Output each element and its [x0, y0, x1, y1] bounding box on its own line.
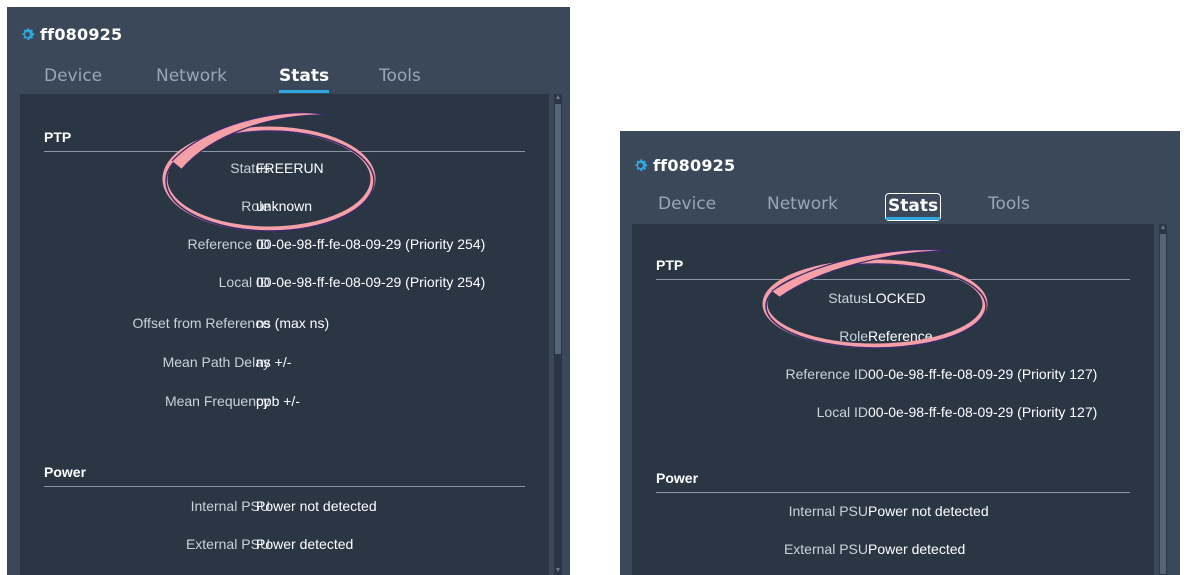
divider	[44, 486, 525, 487]
stat-row-local-id: Local ID 00-0e-98-ff-fe-08-09-29 (Priorit…	[44, 274, 525, 292]
stat-label: Mean Path Delay	[162, 354, 270, 370]
ptp-section: PTP	[656, 257, 1130, 280]
stat-value: Power not detected	[868, 503, 989, 519]
stat-label: Local ID	[218, 274, 270, 290]
stat-value: Reference	[868, 328, 933, 344]
stat-row-status: Status LOCKED	[656, 290, 1130, 308]
stat-row-external-psu: External PSU Power detected	[44, 536, 525, 554]
stat-label: Reference ID	[785, 366, 868, 382]
stats-content: PTP Status LOCKED Role Reference Reference…	[632, 224, 1167, 575]
scroll-down-icon[interactable]: ▼	[554, 567, 562, 575]
tab-device[interactable]: Device	[658, 193, 716, 221]
stat-label: Status	[828, 290, 868, 306]
stats-content: PTP Status FREERUN Role unknown Reference …	[20, 94, 562, 575]
stat-value: 00-0e-98-ff-fe-08-09-29 (Priority 254)	[256, 236, 486, 252]
stat-row-internal-psu: Internal PSU Power not detected	[656, 503, 1130, 521]
stat-row-status: Status FREERUN	[44, 160, 525, 178]
stat-row-external-psu: External PSU Power detected	[656, 541, 1130, 559]
tab-network[interactable]: Network	[767, 193, 838, 221]
stat-row-reference-id: Reference ID 00-0e-98-ff-fe-08-09-29 (Pri…	[44, 236, 525, 254]
stat-label: External PSU	[783, 541, 868, 557]
tab-network[interactable]: Network	[156, 65, 227, 93]
divider	[656, 279, 1130, 280]
panel-header: ff080925	[19, 25, 122, 44]
stat-row-role: Role unknown	[44, 198, 525, 216]
stat-label: Internal PSU	[788, 503, 868, 519]
stat-value: ppb +/-	[256, 393, 300, 409]
stat-label: Reference ID	[187, 236, 270, 252]
panel-header: ff080925	[632, 156, 735, 175]
scroll-up-icon[interactable]: ▲	[554, 94, 562, 102]
scrollbar[interactable]: ▲ ▼	[554, 94, 562, 575]
device-panel-left: ff080925 Device Network Stats Tools PTP …	[7, 7, 570, 575]
scroll-thumb[interactable]	[1160, 234, 1166, 574]
device-name: ff080925	[653, 156, 736, 175]
tab-bar: Device Network Stats Tools	[620, 193, 1180, 223]
tab-bar: Device Network Stats Tools	[7, 65, 570, 95]
stat-label: External PSU	[185, 536, 270, 552]
stat-value: Power not detected	[256, 498, 377, 514]
tab-device[interactable]: Device	[44, 65, 102, 93]
ptp-section: PTP	[44, 129, 525, 152]
stat-value: unknown	[256, 198, 313, 214]
stat-row-reference-id: Reference ID 00-0e-98-ff-fe-08-09-29 (Pri…	[656, 366, 1130, 384]
scroll-thumb[interactable]	[555, 104, 561, 354]
scroll-up-icon[interactable]: ▲	[1159, 224, 1167, 232]
stat-value: 00-0e-98-ff-fe-08-09-29 (Priority 254)	[256, 274, 486, 290]
power-section: Power	[656, 470, 1130, 493]
stat-row-role: Role Reference	[656, 328, 1130, 346]
stat-value: 00-0e-98-ff-fe-08-09-29 (Priority 127)	[868, 404, 1098, 420]
scrollbar[interactable]: ▲	[1159, 224, 1167, 575]
stat-row-internal-psu: Internal PSU Power not detected	[44, 498, 525, 516]
stat-label: Local ID	[816, 404, 868, 420]
stat-label: Internal PSU	[190, 498, 270, 514]
device-panel-right: ff080925 Device Network Stats Tools PTP …	[620, 131, 1180, 575]
section-title-power: Power	[656, 470, 699, 486]
stat-value: FREERUN	[256, 160, 324, 176]
section-title-power: Power	[44, 464, 87, 480]
tab-tools[interactable]: Tools	[379, 65, 421, 93]
stat-row-mean-frequency: Mean Frequency ppb +/-	[44, 393, 525, 411]
section-title-ptp: PTP	[656, 257, 684, 273]
divider	[656, 492, 1130, 493]
stat-row-local-id: Local ID 00-0e-98-ff-fe-08-09-29 (Priorit…	[656, 404, 1130, 422]
stat-value: Power detected	[868, 541, 966, 557]
stat-value: ns (max ns)	[256, 315, 330, 331]
divider	[44, 151, 525, 152]
stat-value: 00-0e-98-ff-fe-08-09-29 (Priority 127)	[868, 366, 1098, 382]
gear-icon[interactable]	[19, 26, 36, 43]
stat-label: Offset from Reference	[132, 315, 270, 331]
stat-label: Role	[241, 198, 270, 214]
stat-row-offset: Offset from Reference ns (max ns)	[44, 315, 525, 333]
device-name: ff080925	[40, 25, 123, 44]
stat-row-mean-path-delay: Mean Path Delay ns +/-	[44, 354, 525, 372]
stat-label: Mean Frequency	[164, 393, 270, 409]
gear-icon[interactable]	[632, 157, 649, 174]
stat-label: Role	[839, 328, 868, 344]
stat-value: Power detected	[256, 536, 354, 552]
stat-label: Status	[230, 160, 270, 176]
tab-stats[interactable]: Stats	[885, 193, 942, 221]
power-section: Power	[44, 464, 525, 487]
stat-value: ns +/-	[256, 354, 292, 370]
tab-tools[interactable]: Tools	[988, 193, 1030, 221]
stat-value: LOCKED	[868, 290, 926, 306]
section-title-ptp: PTP	[44, 129, 72, 145]
tab-stats[interactable]: Stats	[279, 65, 330, 93]
